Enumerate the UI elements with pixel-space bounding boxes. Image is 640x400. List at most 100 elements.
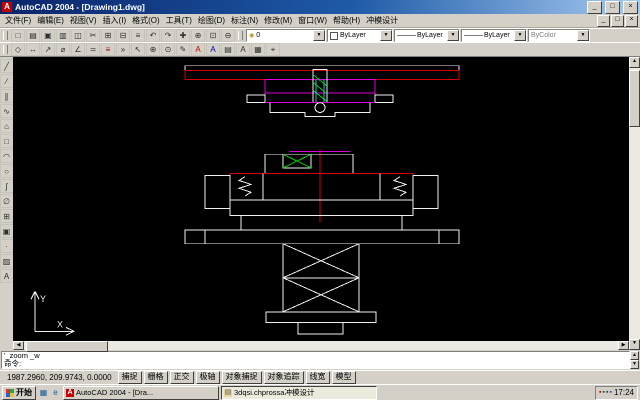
dim-update-icon[interactable]: A (206, 43, 220, 56)
line-icon[interactable]: ╱ (0, 59, 13, 73)
close-button[interactable]: × (623, 1, 638, 14)
rectangle-icon[interactable]: □ (0, 134, 13, 148)
command-scrollbar[interactable]: ▲ ▼ (630, 351, 639, 369)
multiline-icon[interactable]: ∥ (0, 89, 13, 103)
mtext-icon[interactable]: A (0, 269, 13, 283)
toggle-snap[interactable]: 捕捉 (118, 371, 142, 384)
zoom-window-icon[interactable]: ⊡ (206, 29, 220, 42)
horizontal-scroll-thumb[interactable] (26, 341, 108, 352)
text-style-icon[interactable]: A (236, 43, 250, 56)
pan-icon[interactable]: ✚ (176, 29, 190, 42)
distance-icon[interactable]: ⌖ (266, 43, 280, 56)
point-icon[interactable]: · (0, 239, 13, 253)
plotstyle-dropdown[interactable]: ByColor ▼ (528, 29, 590, 42)
toolbar-grip[interactable] (238, 31, 243, 40)
hatch-icon[interactable]: ▨ (0, 254, 13, 268)
dim-angular-icon[interactable]: ∠ (71, 43, 85, 56)
vertical-scrollbar[interactable]: ▲ ▼ (629, 57, 640, 350)
menu-tools[interactable]: 工具(T) (163, 15, 195, 26)
paste-icon[interactable]: ⊟ (116, 29, 130, 42)
insert-block-icon[interactable]: ⊞ (0, 209, 13, 223)
horizontal-scroll-track[interactable] (24, 341, 618, 350)
undo-icon[interactable]: ↶ (146, 29, 160, 42)
toggle-model[interactable]: 模型 (332, 371, 356, 384)
drawing-canvas[interactable]: Y X (13, 57, 629, 341)
horizontal-scrollbar[interactable]: ◀ ▶ (13, 341, 629, 350)
scroll-up-icon[interactable]: ▲ (629, 57, 640, 68)
menu-dimension[interactable]: 标注(N) (228, 15, 261, 26)
dim-style-icon[interactable]: ▤ (221, 43, 235, 56)
menu-insert[interactable]: 插入(I) (100, 15, 130, 26)
dim-linear-icon[interactable]: ↔ (26, 43, 40, 56)
tray-icon-green[interactable]: ▪ (603, 389, 605, 396)
mtext-toolbar-icon[interactable]: ▦ (251, 43, 265, 56)
model-space[interactable]: Y X (13, 57, 629, 341)
menu-window[interactable]: 窗口(W) (295, 15, 330, 26)
linetype-dropdown[interactable]: ——— ByLayer ▼ (394, 29, 460, 42)
toggle-grid[interactable]: 栅格 (144, 371, 168, 384)
toggle-osnap[interactable]: 对象捕捉 (222, 371, 262, 384)
zoom-previous-icon[interactable]: ⊖ (221, 29, 235, 42)
plot-icon[interactable]: ▥ (56, 29, 70, 42)
quick-leader-icon[interactable]: ↖ (131, 43, 145, 56)
coordinate-display[interactable]: 1987.2960, 209.9743, 0.0000 (3, 373, 116, 382)
tolerance-icon[interactable]: ⊕ (146, 43, 160, 56)
polygon-icon[interactable]: ⌂ (0, 119, 13, 133)
menu-view[interactable]: 视图(V) (67, 15, 100, 26)
dim-text-edit-icon[interactable]: A (191, 43, 205, 56)
menu-modify[interactable]: 修改(M) (261, 15, 295, 26)
save-icon[interactable]: ▣ (41, 29, 55, 42)
toolbar-grip[interactable] (3, 45, 8, 54)
dim-edit-icon[interactable]: ✎ (176, 43, 190, 56)
chevron-down-icon[interactable]: ▼ (514, 30, 526, 41)
menu-file[interactable]: 文件(F) (2, 15, 34, 26)
tray-icon-red[interactable]: ▪ (599, 389, 601, 396)
scroll-up-icon[interactable]: ▲ (630, 351, 639, 360)
vertical-scroll-track[interactable] (629, 68, 640, 339)
make-block-icon[interactable]: ▣ (0, 224, 13, 238)
toolbar-grip[interactable] (3, 31, 8, 40)
doc-close-button[interactable]: × (625, 15, 638, 27)
menu-help[interactable]: 帮助(H) (330, 15, 363, 26)
toggle-ortho[interactable]: 正交 (170, 371, 194, 384)
lineweight-dropdown[interactable]: ——— ByLayer ▼ (461, 29, 527, 42)
osnap-icon[interactable]: ◇ (11, 43, 25, 56)
plot-preview-icon[interactable]: ◫ (71, 29, 85, 42)
quicklaunch-browser-icon[interactable]: e (50, 387, 61, 398)
minimize-button[interactable]: _ (587, 1, 602, 14)
command-input[interactable]: '_zoom _w 命令: (1, 351, 630, 369)
vertical-scroll-thumb[interactable] (629, 70, 640, 127)
dim-continue-icon[interactable]: » (116, 43, 130, 56)
scroll-right-icon[interactable]: ▶ (618, 341, 629, 350)
doc-minimize-button[interactable]: _ (597, 15, 610, 27)
match-properties-icon[interactable]: ≡ (131, 29, 145, 42)
spline-icon[interactable]: ∫ (0, 179, 13, 193)
restore-button[interactable]: □ (605, 1, 620, 14)
toggle-polar[interactable]: 极轴 (196, 371, 220, 384)
open-icon[interactable]: ▤ (26, 29, 40, 42)
dim-baseline-icon[interactable]: ≡ (101, 43, 115, 56)
scroll-left-icon[interactable]: ◀ (13, 341, 24, 350)
scroll-down-icon[interactable]: ▼ (629, 339, 640, 350)
center-mark-icon[interactable]: ⊙ (161, 43, 175, 56)
dim-aligned-icon[interactable]: ↗ (41, 43, 55, 56)
menu-edit[interactable]: 编辑(E) (34, 15, 67, 26)
menu-format[interactable]: 格式(O) (129, 15, 163, 26)
cut-icon[interactable]: ✂ (86, 29, 100, 42)
quicklaunch-desktop-icon[interactable]: ▦ (38, 387, 49, 398)
doc-restore-button[interactable]: □ (611, 15, 624, 27)
layer-dropdown[interactable]: ◉ 0 ▼ (246, 29, 326, 42)
quick-dim-icon[interactable]: ≍ (86, 43, 100, 56)
toggle-lineweight[interactable]: 线宽 (306, 371, 330, 384)
arc-icon[interactable]: ◠ (0, 149, 13, 163)
start-button[interactable]: 开始 (2, 386, 36, 400)
taskbar-item-die-design[interactable]: ▤ 3dqsi.chprossa冲模设计 (221, 386, 377, 400)
chevron-down-icon[interactable]: ▼ (447, 30, 459, 41)
taskbar-item-autocad[interactable]: A AutoCAD 2004 - [Dra... (63, 386, 219, 400)
polyline-icon[interactable]: ∿ (0, 104, 13, 118)
scroll-down-icon[interactable]: ▼ (630, 360, 639, 369)
chevron-down-icon[interactable]: ▼ (380, 30, 392, 41)
toggle-otrack[interactable]: 对象追踪 (264, 371, 304, 384)
circle-icon[interactable]: ○ (0, 164, 13, 178)
dim-radius-icon[interactable]: ⌀ (56, 43, 70, 56)
